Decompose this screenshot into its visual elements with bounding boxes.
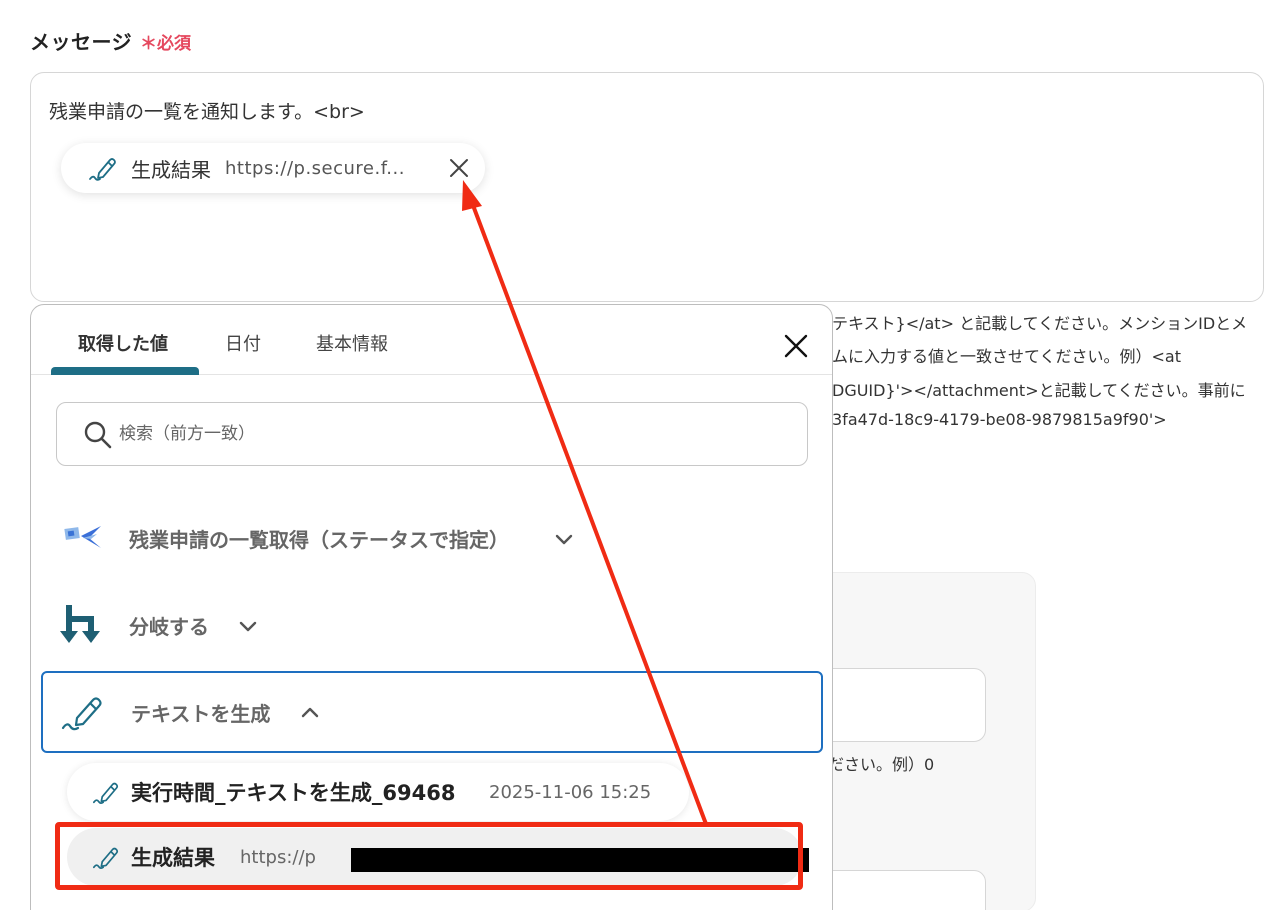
close-icon[interactable] (447, 156, 471, 180)
inserted-value-chip[interactable]: 生成結果 https://p.secure.f... (61, 143, 485, 193)
message-text: 残業申請の一覧を通知します。<br> (49, 101, 365, 123)
item-value: 2025-11-06 15:25 (489, 781, 652, 803)
search-icon (84, 421, 112, 449)
message-field-label: メッセージ (30, 30, 133, 54)
section-label: 分岐する (129, 614, 209, 639)
required-badge: ＊必須 (140, 34, 191, 54)
tab-basic-info[interactable]: 基本情報 (316, 330, 388, 356)
search-box[interactable] (56, 402, 808, 466)
tab-date[interactable]: 日付 (225, 330, 261, 356)
help-text-line: 3fa47d-18c9-4179-be08-9879815a9f90'> (832, 410, 1167, 429)
pen-icon (92, 782, 119, 804)
annotation-highlight-box (55, 822, 803, 890)
chevron-up-icon[interactable] (299, 702, 321, 724)
help-text-line: DGUID}'></attachment>と記載してください。事前に (832, 381, 1246, 400)
active-tab-indicator (51, 367, 199, 375)
chevron-down-icon[interactable] (237, 615, 259, 637)
value-picker-popover: 取得した値 日付 基本情報 残業申請の一覧取得（ステータスで指定） (30, 304, 833, 910)
chevron-down-icon[interactable] (553, 528, 575, 550)
background-hint: ださい。例）0 (828, 755, 935, 774)
pen-icon (89, 158, 116, 181)
section-label: テキストを生成 (131, 701, 271, 726)
message-textarea[interactable]: 残業申請の一覧を通知します。<br> 生成結果 https://p.secure… (30, 72, 1264, 302)
app-logo-icon (64, 526, 101, 548)
help-text-line: ムに入力する値と一致させてください。例）<at (832, 347, 1182, 366)
pen-icon (61, 697, 102, 731)
section-overtime-list[interactable]: 残業申請の一覧取得（ステータスで指定） (41, 497, 823, 579)
help-text-line: テキスト}</at> と記載してください。メンションIDとメ (832, 314, 1248, 333)
tab-bar: 取得した値 日付 基本情報 (31, 305, 832, 375)
item-label: 実行時間_テキストを生成_69468 (131, 781, 456, 805)
value-item-execution-time[interactable]: 実行時間_テキストを生成_69468 2025-11-06 15:25 (67, 763, 689, 821)
section-generate-text[interactable]: テキストを生成 (41, 671, 823, 753)
chip-value: https://p.secure.f... (225, 157, 405, 179)
section-branch[interactable]: 分岐する (41, 584, 823, 666)
section-label: 残業申請の一覧取得（ステータスで指定） (129, 527, 509, 552)
tab-acquired-values[interactable]: 取得した値 (78, 330, 168, 356)
chip-label: 生成結果 (131, 157, 211, 182)
branch-icon (60, 605, 100, 643)
search-input[interactable] (119, 417, 779, 451)
close-icon[interactable] (781, 331, 811, 361)
